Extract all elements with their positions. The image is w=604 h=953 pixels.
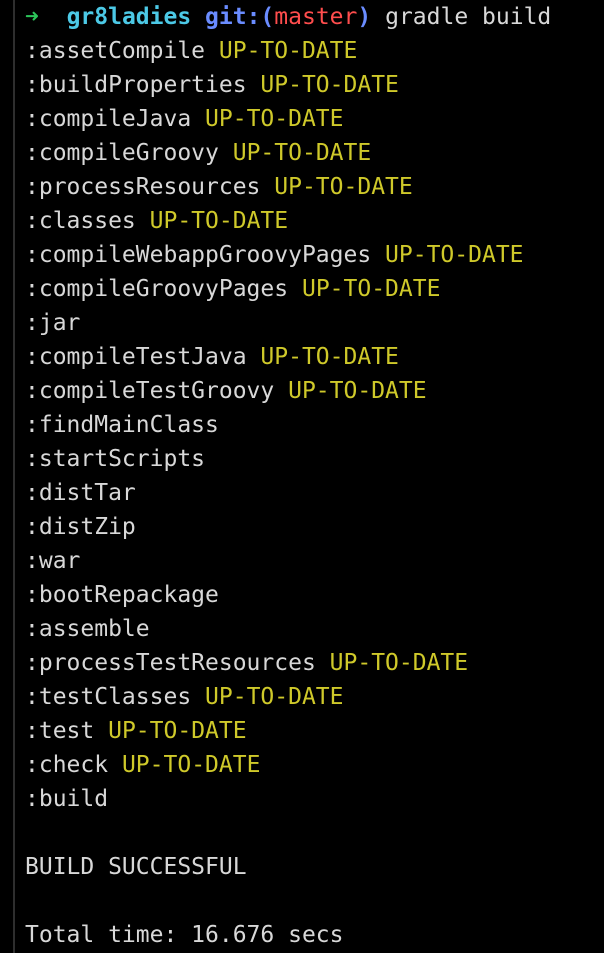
task-name: :compileTestJava [25,344,247,370]
task-name: :compileJava [25,106,192,132]
task-line: :compileTestGroovy UP-TO-DATE [25,374,604,408]
prompt-line: ➜ gr8ladies git:(master) gradle build [25,0,604,34]
task-name: :testClasses [25,684,192,710]
task-name: :compileTestGroovy [25,378,275,404]
task-line: :testClasses UP-TO-DATE [25,680,604,714]
task-status: UP-TO-DATE [329,650,469,676]
task-line: :war [25,544,604,578]
task-name: :war [25,548,81,574]
task-status: UP-TO-DATE [121,752,261,778]
prompt-command: gradle build [385,4,552,30]
task-line: :compileGroovyPages UP-TO-DATE [25,272,604,306]
task-name: :jar [25,310,81,336]
task-line: :build [25,782,604,816]
task-name: :assemble [25,616,150,642]
task-line: :processResources UP-TO-DATE [25,170,604,204]
task-name: :compileGroovyPages [25,276,289,302]
task-name: :bootRepackage [25,582,219,608]
task-line: :bootRepackage [25,578,604,612]
task-name: :findMainClass [25,412,219,438]
right-arrow-icon: ➜ [25,4,39,30]
task-name: :compileGroovy [25,140,219,166]
task-line: :jar [25,306,604,340]
total-time: Total time: 16.676 secs [25,922,344,948]
task-name: :check [25,752,109,778]
task-name: :distZip [25,514,136,540]
task-line: :test UP-TO-DATE [25,714,604,748]
task-line: :startScripts [25,442,604,476]
task-status: UP-TO-DATE [218,38,358,64]
task-line: :buildProperties UP-TO-DATE [25,68,604,102]
task-name: :classes [25,208,136,234]
task-list: :assetCompile UP-TO-DATE:buildProperties… [25,34,604,816]
task-name: :compileWebappGroovyPages [25,242,372,268]
task-line: :assemble [25,612,604,646]
task-status: UP-TO-DATE [232,140,372,166]
task-name: :buildProperties [25,72,247,98]
task-line: :compileTestJava UP-TO-DATE [25,340,604,374]
terminal-output: ➜ gr8ladies git:(master) gradle build :a… [25,0,604,952]
task-line: :processTestResources UP-TO-DATE [25,646,604,680]
prompt-git-close: ) [357,4,372,30]
task-status: UP-TO-DATE [205,106,344,132]
task-status: UP-TO-DATE [288,378,427,404]
task-name: :startScripts [25,446,206,472]
task-line: :compileJava UP-TO-DATE [25,102,604,136]
task-line: :classes UP-TO-DATE [25,204,604,238]
task-status: UP-TO-DATE [274,174,413,200]
task-status: UP-TO-DATE [149,208,289,234]
task-status: UP-TO-DATE [301,276,441,302]
task-line: :findMainClass [25,408,604,442]
task-status: UP-TO-DATE [385,242,524,268]
task-status: UP-TO-DATE [260,344,399,370]
task-status: UP-TO-DATE [260,72,399,98]
task-name: :build [25,786,109,812]
task-name: :test [25,718,95,744]
prompt-directory: gr8ladies [66,4,192,30]
prompt-git-label: git:( [205,4,275,30]
task-line: :distTar [25,476,604,510]
task-status: UP-TO-DATE [108,718,247,744]
task-name: :assetCompile [25,38,206,64]
task-status: UP-TO-DATE [205,684,344,710]
build-result: BUILD SUCCESSFUL [25,854,247,880]
task-line: :check UP-TO-DATE [25,748,604,782]
terminal-window[interactable]: ➜ gr8ladies git:(master) gradle build :a… [0,0,604,953]
task-name: :processTestResources [25,650,316,676]
terminal-left-border [13,0,15,953]
task-line: :compileWebappGroovyPages UP-TO-DATE [25,238,604,272]
task-line: :distZip [25,510,604,544]
task-line: :compileGroovy UP-TO-DATE [25,136,604,170]
task-name: :processResources [25,174,261,200]
task-line: :assetCompile UP-TO-DATE [25,34,604,68]
task-name: :distTar [25,480,136,506]
prompt-branch: master [274,4,358,30]
